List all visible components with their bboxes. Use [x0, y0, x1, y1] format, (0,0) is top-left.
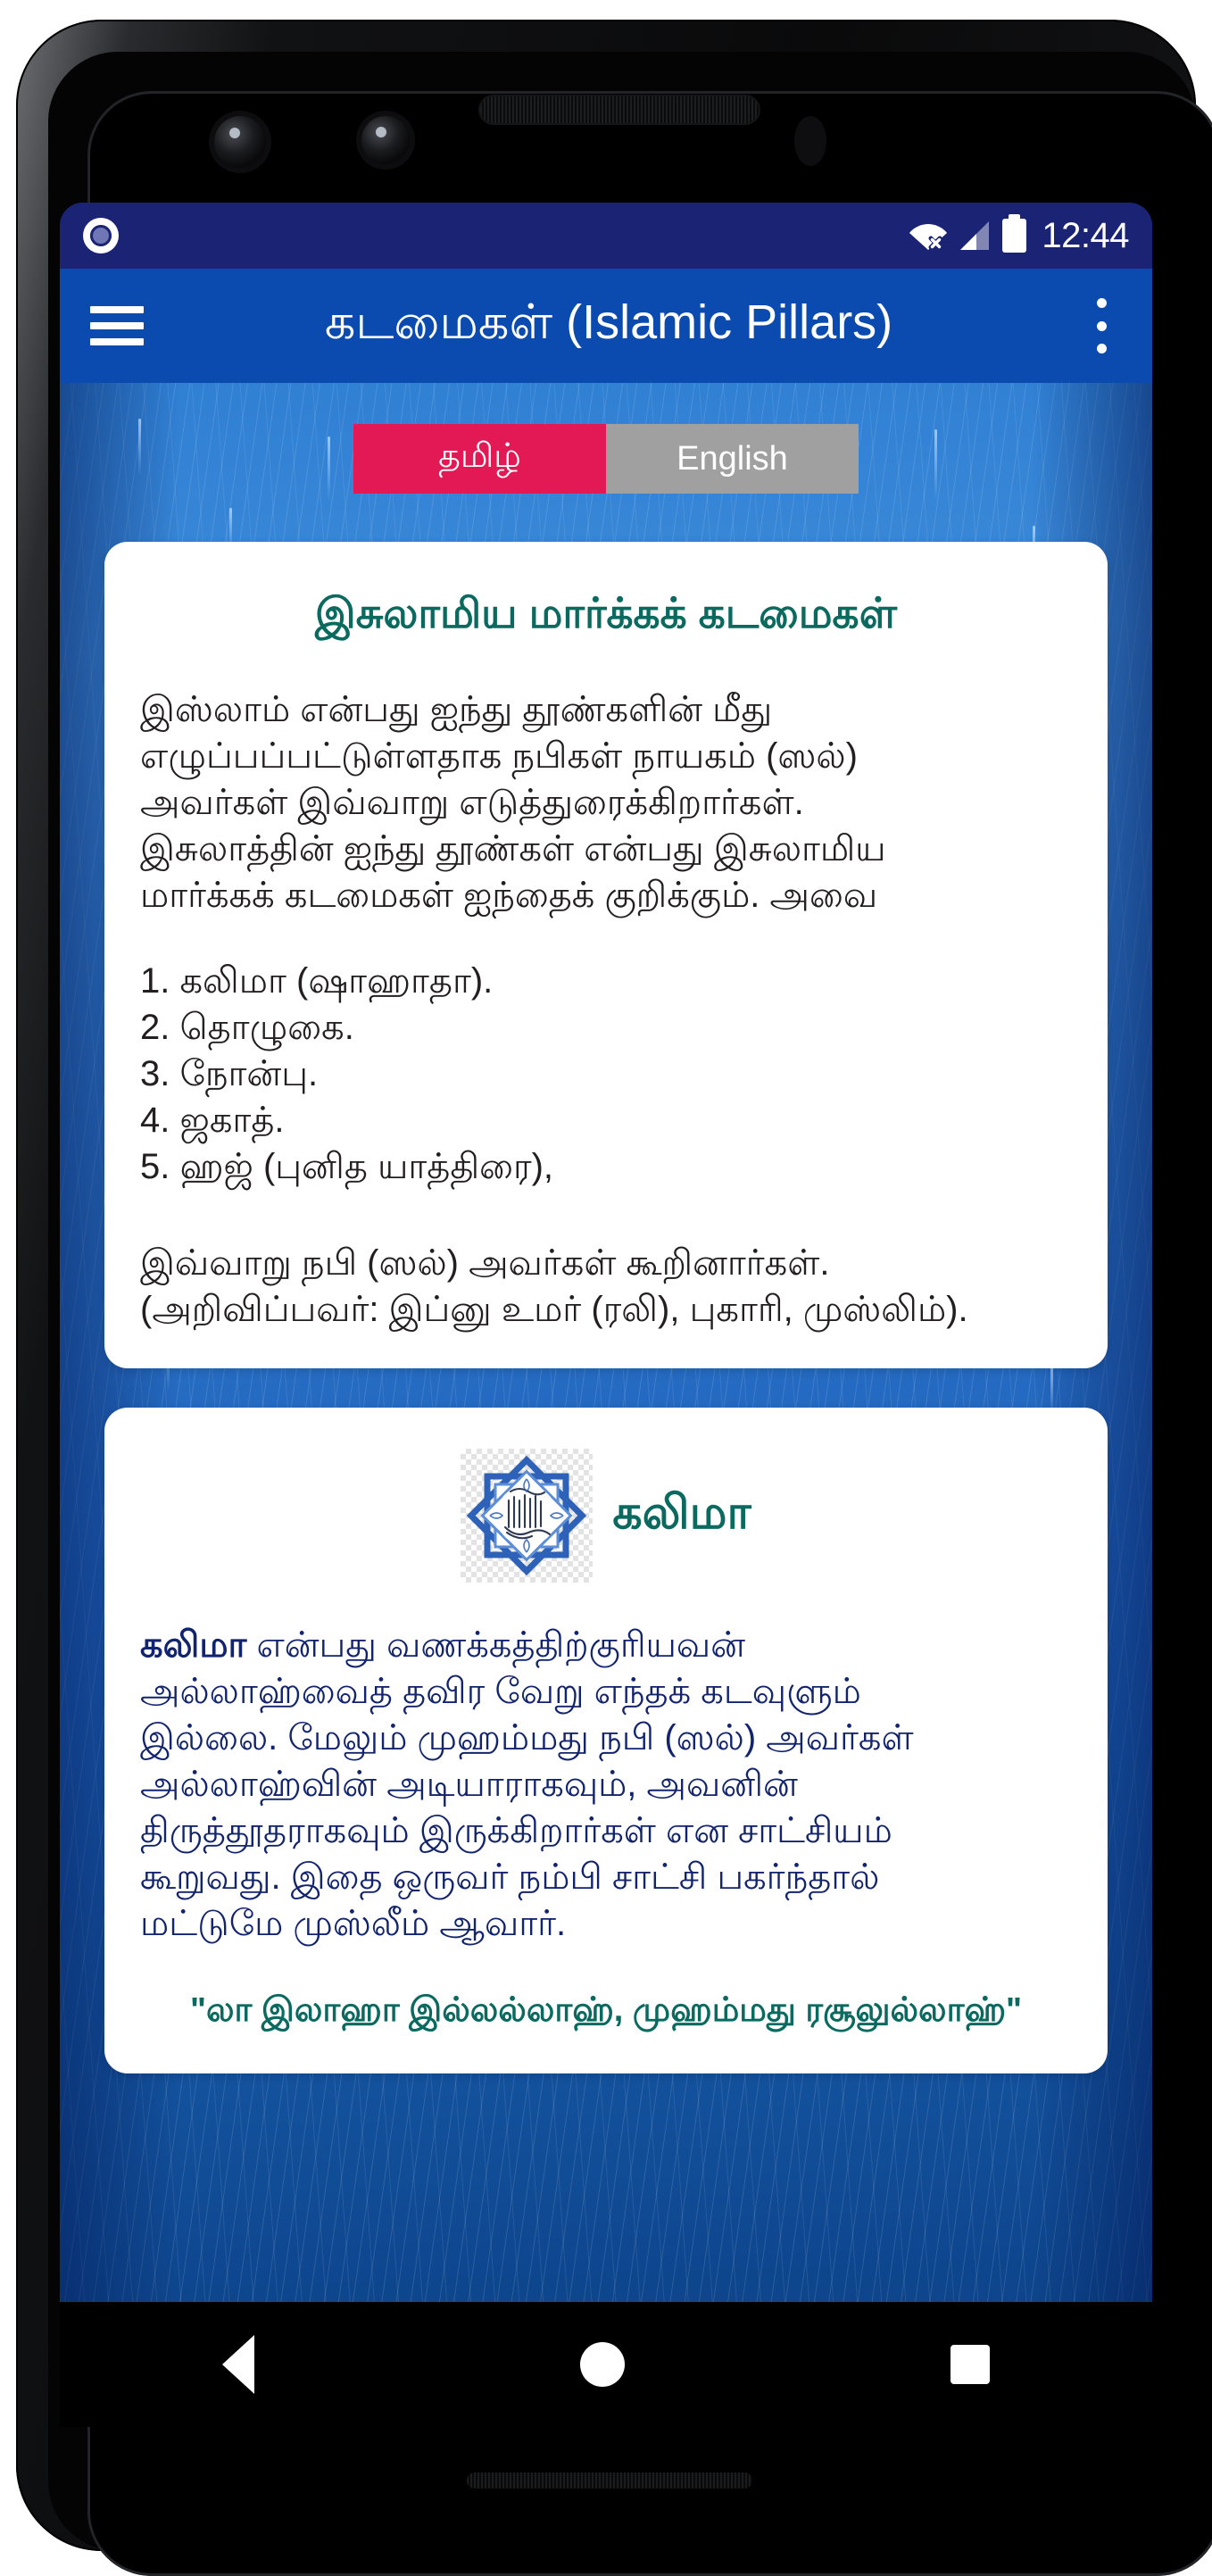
card-islamic-pillars: இசுலாமிய மார்க்கக் கடமைகள் இஸ்லாம் என்பத…	[104, 542, 1108, 1368]
card-closing-note: இவ்வாறு நபி (ஸல்) அவர்கள் கூறினார்கள். (…	[140, 1243, 968, 1329]
page-title: கடமைகள் (Islamic Pillars)	[324, 295, 893, 349]
proximity-sensor-icon	[794, 116, 826, 166]
circle-notification-icon	[83, 218, 119, 253]
battery-full-icon	[1002, 214, 1027, 253]
more-vertical-icon[interactable]	[1081, 298, 1122, 353]
kalima-header: கலிமா	[140, 1443, 1072, 1588]
front-camera-icon	[214, 116, 266, 168]
status-bar: 12:44	[60, 203, 1152, 269]
kalima-title: கலிமா	[612, 1486, 751, 1539]
android-navigation-bar	[60, 2302, 1152, 2427]
back-triangle-icon[interactable]	[222, 2335, 255, 2394]
content-area: தமிழ் English இசுலாமிய மார்க்கக் கடமைகள்…	[60, 383, 1152, 2302]
home-circle-icon[interactable]	[579, 2342, 625, 2387]
hamburger-menu-icon[interactable]	[90, 306, 144, 345]
front-camera-secondary-icon	[361, 116, 410, 164]
status-bar-clock: 12:44	[1042, 216, 1129, 255]
card-paragraph: இஸ்லாம் என்பது ஐந்து தூண்களின் மீது எழுப…	[140, 690, 886, 915]
kalima-paragraph: கலிமா என்பது வணக்கத்திற்குரியவன் அல்லாஹ்…	[140, 1622, 1072, 1947]
kalima-lead-word: கலிமா	[140, 1625, 247, 1665]
islamic-calligraphy-star-emblem-icon	[461, 1449, 594, 1583]
tab-english[interactable]: English	[606, 424, 859, 494]
status-bar-icons: 12:44	[909, 214, 1129, 255]
app-bar: கடமைகள் (Islamic Pillars)	[60, 269, 1152, 383]
card-kalima: கலிமா கலிமா என்பது வணக்கத்திற்குரியவன் அ…	[104, 1408, 1108, 2074]
kalima-paragraph-rest: என்பது வணக்கத்திற்குரியவன் அல்லாஹ்வைத் த…	[140, 1625, 914, 1943]
card-title: இசுலாமிய மார்க்கக் கடமைகள்	[315, 589, 897, 636]
phone-screen: 12:44 கடமைகள் (Islamic Pillars) தமிழ் En…	[60, 203, 1152, 2302]
language-tabs: தமிழ் English	[60, 383, 1152, 494]
shahada-quote: "லா இலாஹா இல்லல்லாஹ், முஹம்மது ரசூலுல்லா…	[189, 1991, 1023, 2029]
signal-bars-icon	[959, 221, 991, 250]
pillars-list: 1. கலிமா (ஷாஹாதா). 2. தொழுகை. 3. நோன்பு.…	[140, 961, 554, 1186]
earpiece-speaker	[480, 96, 759, 123]
bottom-speaker-grille	[467, 2472, 752, 2489]
recents-square-icon[interactable]	[950, 2345, 990, 2384]
wifi-off-icon	[909, 220, 948, 251]
tab-tamil[interactable]: தமிழ்	[353, 424, 606, 494]
